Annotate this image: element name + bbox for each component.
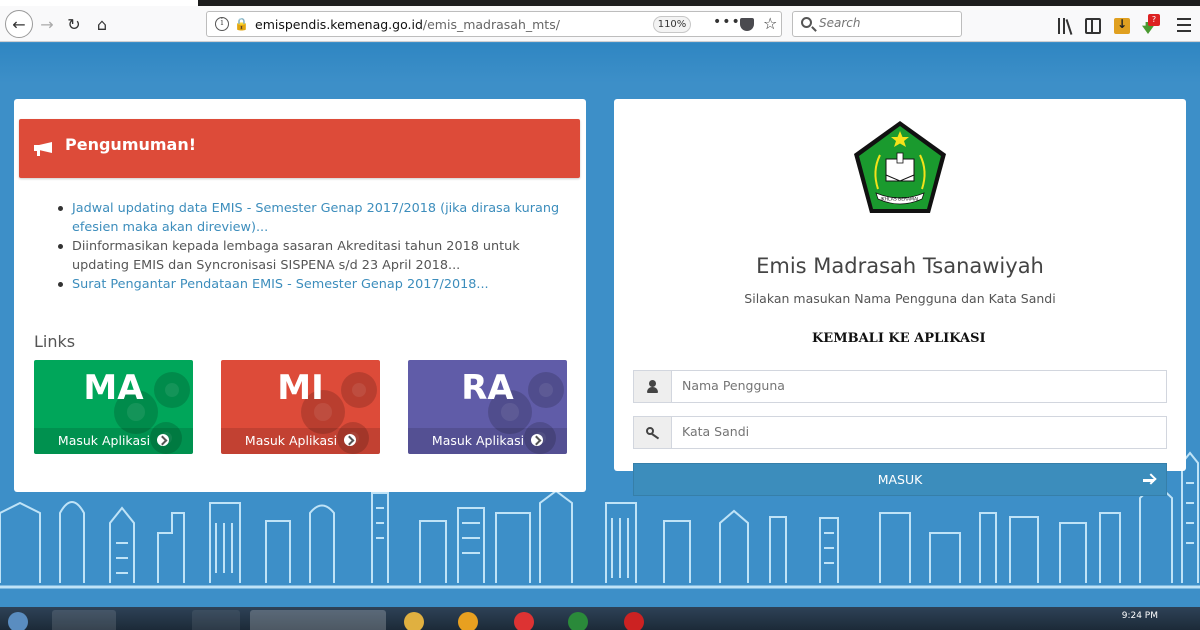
announcement-card: Pengumuman! Jadwal updating data EMIS - … — [14, 99, 586, 492]
app-link-label: Masuk Aplikasi — [431, 433, 525, 448]
os-taskbar: 9:24 PM — [0, 607, 1200, 630]
taskbar-app-chrome[interactable] — [52, 610, 116, 630]
search-icon — [801, 17, 812, 28]
search-input[interactable] — [819, 16, 955, 30]
search-box[interactable] — [792, 11, 962, 37]
hamburger-menu-icon[interactable] — [1177, 18, 1191, 34]
address-bar[interactable]: i 🔒 emispendis.kemenag.go.id/emis_madras… — [206, 11, 782, 37]
app-link-ra[interactable]: Masuk Aplikasi — [408, 428, 567, 454]
megaphone-icon — [34, 139, 54, 156]
password-field — [633, 416, 1167, 449]
page-body: Pengumuman! Jadwal updating data EMIS - … — [0, 43, 1200, 607]
url-path: /emis_madrasah_mts/ — [422, 17, 560, 32]
excel-icon[interactable] — [568, 612, 588, 630]
password-input[interactable] — [682, 424, 1152, 439]
back-button[interactable]: ← — [5, 10, 33, 38]
sidebar-icon[interactable] — [1085, 18, 1101, 34]
arrow-right-icon: → — [40, 14, 54, 34]
url-host: emispendis.kemenag.go.id — [255, 17, 423, 32]
login-card: IKHLAS BERAMAL Emis Madrasah Tsanawiyah … — [614, 99, 1186, 496]
arrow-circle-right-icon — [157, 434, 170, 446]
app-link-mi[interactable]: Masuk Aplikasi — [221, 428, 380, 454]
sign-in-arrow-icon — [1143, 474, 1155, 486]
app-link-ma[interactable]: Masuk Aplikasi — [34, 428, 193, 454]
browser-toolbar: ← → ↻ ⌂ i 🔒 emispendis.kemenag.go.id/emi… — [0, 6, 1200, 42]
taskbar-app-explorer[interactable] — [192, 610, 240, 630]
username-field — [633, 370, 1167, 403]
app-tile-ra[interactable]: RA Masuk Aplikasi — [408, 360, 567, 454]
announcement-list: Jadwal updating data EMIS - Semester Gen… — [54, 199, 564, 294]
login-instructions: Silakan masukan Nama Pengguna dan Kata S… — [744, 291, 1056, 306]
app-tile-ma[interactable]: MA Masuk Aplikasi — [34, 360, 193, 454]
key-icon — [634, 417, 672, 448]
extension-badge: ? — [1148, 14, 1160, 26]
app-link-label: Masuk Aplikasi — [57, 433, 151, 448]
announcement-link-surat[interactable]: Surat Pengantar Pendataan EMIS - Semeste… — [54, 275, 564, 294]
kemenag-logo: IKHLAS BERAMAL — [854, 121, 946, 213]
app-title: Emis Madrasah Tsanawiyah — [756, 254, 1044, 278]
bookmark-star-icon[interactable]: ☆ — [763, 14, 777, 33]
links-heading: Links — [34, 332, 76, 351]
login-button-label: MASUK — [877, 472, 923, 487]
info-icon[interactable]: i — [215, 17, 229, 31]
announcement-header: Pengumuman! — [19, 119, 580, 178]
announcement-link-jadwal[interactable]: Jadwal updating data EMIS - Semester Gen… — [54, 199, 564, 237]
extension-icon[interactable]: ? — [1142, 14, 1160, 34]
home-icon: ⌂ — [96, 14, 108, 34]
app-code-ma: MA — [83, 368, 144, 408]
url-text[interactable]: emispendis.kemenag.go.id/emis_madrasah_m… — [255, 17, 560, 32]
app-icon[interactable] — [624, 612, 644, 630]
zoom-indicator[interactable]: 110% — [653, 16, 691, 33]
announcement-text-akreditasi: Diinformasikan kepada lembaga sasaran Ak… — [54, 237, 564, 275]
app-code-ra: RA — [461, 368, 514, 408]
forward-button[interactable]: → — [33, 10, 61, 38]
taskbar-app-firefox[interactable] — [250, 610, 386, 630]
library-icon[interactable] — [1058, 18, 1074, 34]
pocket-icon[interactable] — [740, 18, 754, 31]
download-manager-icon[interactable] — [1114, 17, 1130, 34]
announcement-title: Pengumuman! — [65, 135, 197, 154]
app-icon[interactable] — [458, 612, 478, 630]
login-button[interactable]: MASUK — [633, 463, 1167, 496]
app-icon[interactable] — [514, 612, 534, 630]
app-tile-mi[interactable]: MI Masuk Aplikasi — [221, 360, 380, 454]
arrow-left-icon: ← — [12, 14, 26, 34]
app-link-label: Masuk Aplikasi — [244, 433, 338, 448]
overlay-caption: KEMBALI KE APLIKASI — [812, 331, 986, 346]
arrow-circle-right-icon — [344, 434, 357, 446]
folder-icon[interactable] — [404, 612, 424, 630]
username-input[interactable] — [682, 378, 1152, 393]
reload-button[interactable]: ↻ — [60, 10, 88, 38]
insecure-lock-icon[interactable]: 🔒 — [234, 17, 249, 31]
reload-icon: ↻ — [67, 14, 81, 34]
taskbar-clock[interactable]: 9:24 PM — [1122, 611, 1158, 621]
user-icon — [634, 371, 672, 402]
arrow-circle-right-icon — [531, 434, 544, 446]
page-actions-icon[interactable]: ••• — [713, 14, 741, 30]
start-button-icon[interactable] — [8, 612, 28, 630]
home-button[interactable]: ⌂ — [88, 10, 116, 38]
logo-motto: IKHLAS BERAMAL — [880, 197, 920, 203]
app-code-mi: MI — [277, 368, 324, 408]
